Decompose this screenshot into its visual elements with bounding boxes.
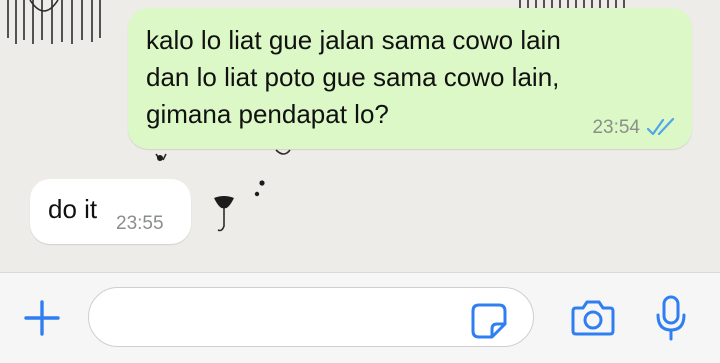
camera-icon[interactable] [570, 298, 616, 338]
message-bubble-outgoing[interactable]: kalo lo liat gue jalan sama cowo lain da… [128, 8, 692, 149]
microphone-icon[interactable] [654, 294, 688, 342]
read-receipt-icon [646, 117, 675, 136]
message-bubble-incoming[interactable]: do it 23:55 [30, 179, 191, 244]
message-input-field[interactable] [88, 287, 534, 347]
message-timestamp: 23:55 [116, 213, 164, 234]
sticker-icon[interactable] [470, 302, 508, 340]
message-input[interactable] [109, 298, 453, 338]
chat-area: kalo lo liat gue jalan sama cowo lain da… [0, 0, 720, 272]
message-text: do it [48, 194, 98, 224]
plus-icon[interactable] [22, 298, 62, 338]
message-timestamp: 23:54 [592, 117, 640, 138]
